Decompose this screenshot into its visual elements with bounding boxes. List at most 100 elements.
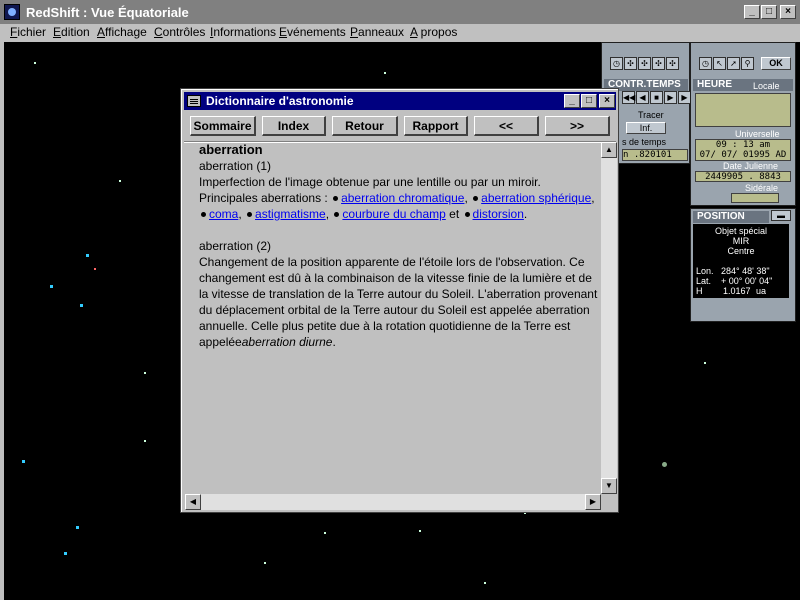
definition-1-title: aberration (1)	[199, 159, 272, 173]
zoom-icon[interactable]: ⚲	[741, 57, 754, 70]
scroll-up-icon[interactable]: ▲	[601, 142, 617, 158]
star	[662, 462, 667, 467]
bullet-icon	[247, 211, 253, 217]
application-window: RedShift : Vue Équatoriale _ □ × Fichier…	[0, 0, 800, 600]
dictionary-minimize-button[interactable]: _	[564, 94, 580, 108]
collapse-icon[interactable]: ▬	[771, 210, 791, 221]
menu-affichage[interactable]: Affichage	[97, 25, 147, 39]
index-button[interactable]: Index	[262, 116, 326, 136]
menu-a-propos[interactable]: A propos	[410, 25, 457, 39]
definition-2-italic-term: aberration diurne	[241, 335, 333, 349]
sidereal-value	[731, 193, 779, 203]
link-courbure-du-champ[interactable]: courbure du champ	[342, 207, 445, 221]
star	[94, 268, 96, 270]
step-back-icon[interactable]: ◀	[636, 91, 649, 104]
star	[264, 562, 266, 564]
play-icon[interactable]: ▶	[664, 91, 677, 104]
scroll-right-icon[interactable]: ▶	[585, 494, 601, 510]
menu-bar: Fichier Edition Affichage Contrôles Info…	[0, 24, 800, 42]
clock-icon[interactable]: ◷	[610, 57, 623, 70]
minimize-button[interactable]: _	[744, 5, 760, 19]
redshift-app-icon[interactable]	[4, 4, 20, 20]
title-bar[interactable]: RedShift : Vue Équatoriale _ □ ×	[0, 0, 800, 24]
object-label: Objet spécial	[714, 226, 768, 236]
star	[50, 285, 53, 288]
link-astigmatisme[interactable]: astigmatisme	[255, 207, 326, 221]
horizontal-scrollbar[interactable]: ◀ ▶	[185, 494, 601, 510]
dictionary-close-button[interactable]: ×	[599, 94, 615, 108]
grid-icon[interactable]: ✣	[624, 57, 637, 70]
menu-evenements[interactable]: Evénements	[279, 25, 346, 39]
rewind-icon[interactable]: ◀◀	[622, 91, 635, 104]
definition-1-text: Imperfection de l'image obtenue par une …	[199, 175, 541, 189]
link-aberration-chromatique[interactable]: aberration chromatique	[341, 191, 464, 205]
grid-icon[interactable]: ✣	[652, 57, 665, 70]
menu-fichier[interactable]: Fichier	[10, 25, 46, 39]
bullet-icon	[473, 195, 479, 201]
definition-2-end: .	[332, 335, 336, 349]
report-button[interactable]: Rapport	[404, 116, 468, 136]
previous-button[interactable]: <<	[474, 116, 539, 136]
local-label: Locale	[753, 81, 780, 91]
maximize-button[interactable]: □	[761, 5, 777, 19]
star	[704, 362, 706, 364]
back-button[interactable]: Retour	[332, 116, 398, 136]
lat-label: Lat.	[696, 276, 712, 286]
julian-label: Date Julienne	[723, 161, 779, 171]
universal-date: 07/ 07/ 01995 AD	[699, 150, 787, 160]
menu-panneaux[interactable]: Panneaux	[350, 25, 404, 39]
dictionary-title: Dictionnaire d'astronomie	[206, 94, 354, 108]
local-time-display	[695, 93, 791, 127]
time-step-value: n .820101	[622, 149, 688, 161]
menu-edition[interactable]: Edition	[53, 25, 90, 39]
lon-label: Lon.	[696, 266, 714, 276]
star	[144, 440, 146, 442]
scrollbar-corner	[601, 494, 617, 510]
trace-label: Tracer	[638, 110, 664, 120]
separator: .	[523, 207, 528, 221]
scroll-left-icon[interactable]: ◀	[185, 494, 201, 510]
next-button[interactable]: >>	[545, 116, 610, 136]
cursor-icon[interactable]: ↖	[713, 57, 726, 70]
dictionary-title-bar[interactable]: Dictionnaire d'astronomie _ □ ×	[184, 92, 616, 110]
universal-time: 09 : 13 am	[715, 140, 771, 150]
grid-icon[interactable]: ✣	[638, 57, 651, 70]
vertical-scrollbar[interactable]: ▲ ▼	[601, 142, 617, 494]
stop-icon[interactable]: ■	[650, 91, 663, 104]
inf-button[interactable]: Inf.	[626, 122, 666, 134]
star	[80, 304, 83, 307]
system-menu-icon[interactable]	[187, 95, 201, 107]
star	[144, 372, 146, 374]
star	[22, 460, 25, 463]
link-coma[interactable]: coma	[209, 207, 238, 221]
star	[76, 526, 79, 529]
star	[119, 180, 121, 182]
summary-button[interactable]: Sommaire	[190, 116, 256, 136]
menu-informations[interactable]: Informations	[210, 25, 276, 39]
grid-icon[interactable]: ✣	[666, 57, 679, 70]
bullet-icon	[464, 211, 470, 217]
star	[86, 254, 89, 257]
star	[384, 72, 386, 74]
h-label: H	[696, 286, 703, 296]
aberrations-intro: Principales aberrations :	[199, 191, 328, 205]
definition-2-title: aberration (2)	[199, 239, 272, 253]
link-aberration-spherique[interactable]: aberration sphérique	[481, 191, 591, 205]
pointer-icon[interactable]: ➚	[727, 57, 740, 70]
position-display: Objet spécial MIR Centre Lon. 284° 48' 3…	[693, 224, 789, 298]
separator: ,	[238, 207, 242, 221]
scroll-down-icon[interactable]: ▼	[601, 478, 617, 494]
clock-panel: ◷ ↖ ➚ ⚲ OK HEURE Locale Universelle 09 :…	[690, 42, 796, 206]
aberrations-list: Principales aberrations : aberration chr…	[199, 190, 599, 222]
clock-icon[interactable]: ◷	[699, 57, 712, 70]
link-distorsion[interactable]: distorsion	[473, 207, 524, 221]
close-button[interactable]: ×	[780, 5, 796, 19]
ok-button[interactable]: OK	[761, 57, 791, 70]
dictionary-maximize-button[interactable]: □	[581, 94, 597, 108]
universal-label: Universelle	[735, 129, 780, 139]
dictionary-dialog: Dictionnaire d'astronomie _ □ × Sommaire…	[180, 88, 619, 513]
menu-controles[interactable]: Contrôles	[154, 25, 205, 39]
lat-value: + 00° 00' 04"	[721, 276, 773, 286]
universal-time-display: 09 : 13 am 07/ 07/ 01995 AD	[695, 139, 791, 161]
